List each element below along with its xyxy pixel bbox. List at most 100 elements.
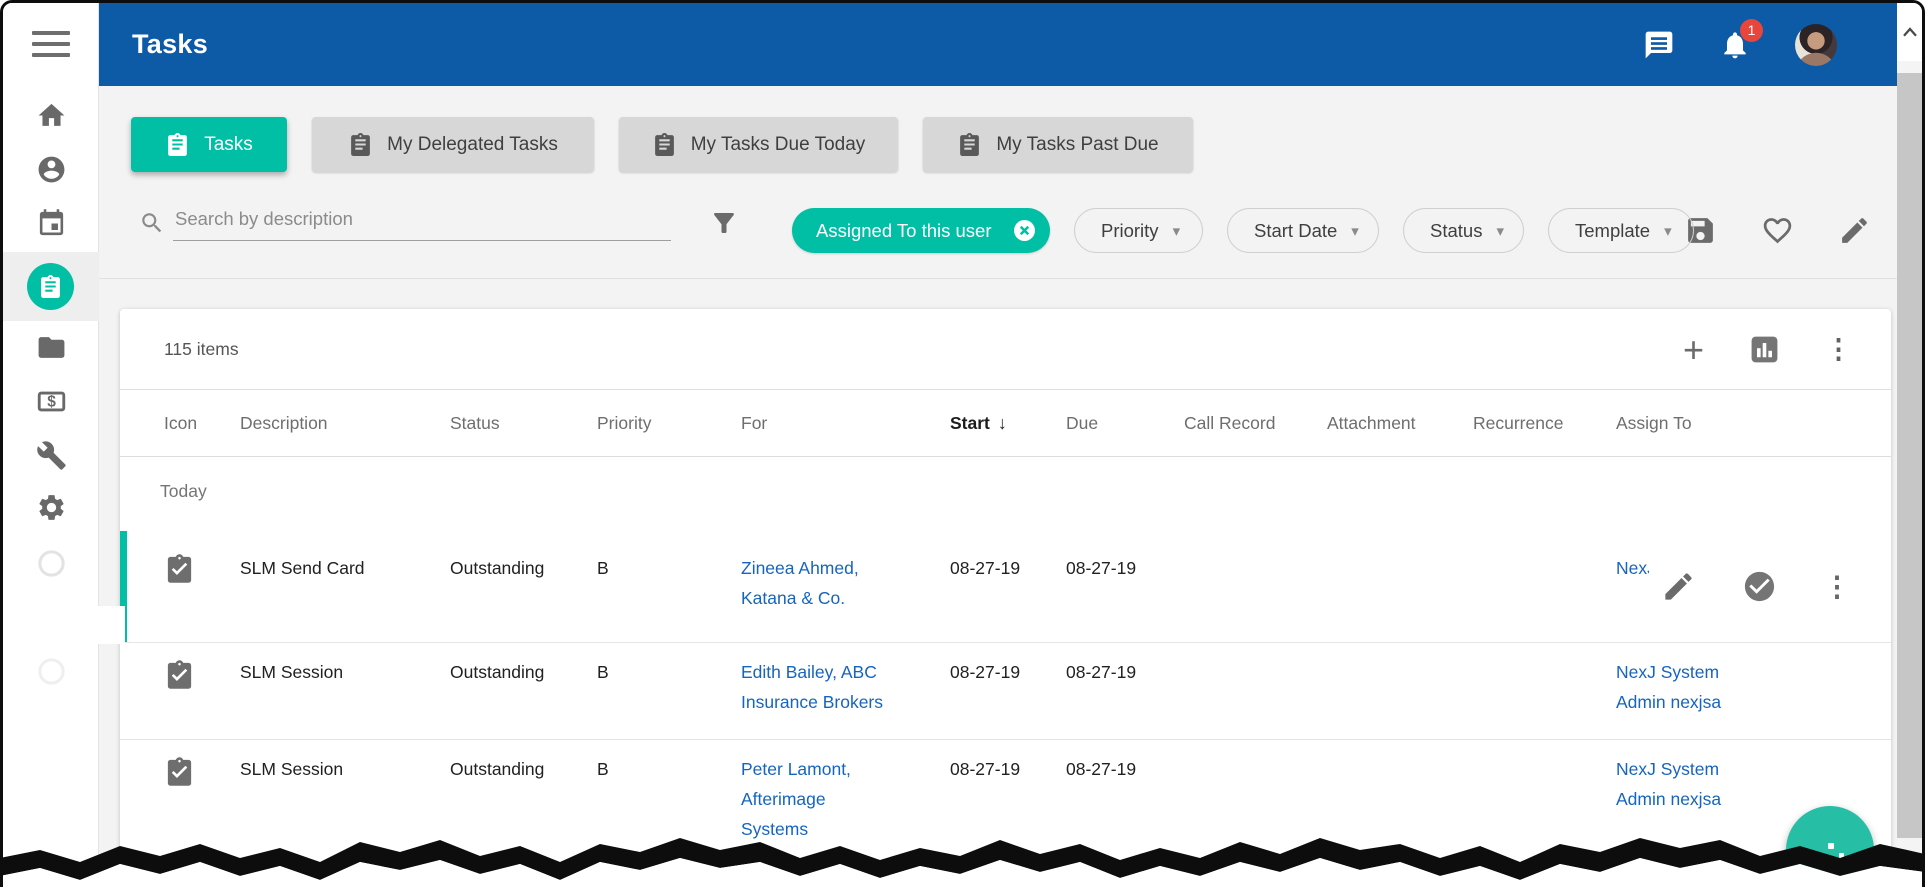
edit-button[interactable]: [1838, 214, 1871, 247]
chat-button[interactable]: [1643, 29, 1675, 61]
contacts-icon: [36, 154, 67, 185]
chevron-down-icon: ▾: [1496, 222, 1504, 240]
cell-recurrence: [1473, 643, 1616, 739]
filter-dropdown-start-date[interactable]: Start Date ▾: [1227, 208, 1379, 253]
chip-label: Status: [1430, 220, 1482, 242]
add-task-button[interactable]: +: [1683, 332, 1704, 368]
table-row[interactable]: SLM Session Outstanding B Edith Bailey, …: [120, 643, 1891, 740]
table-row[interactable]: SLM Send Card Outstanding B Zineea Ahmed…: [120, 525, 1891, 643]
filter-chips: Assigned To this user Priority ▾ Start D…: [792, 208, 1694, 253]
notification-badge: 1: [1740, 19, 1763, 42]
tab-tasks[interactable]: Tasks: [131, 117, 287, 172]
tab-my-tasks-due-today[interactable]: My Tasks Due Today: [619, 117, 898, 172]
chart-view-button[interactable]: [1749, 334, 1780, 365]
cell-status: Outstanding: [450, 643, 597, 739]
row-overflow-menu[interactable]: ⋮: [1823, 573, 1851, 601]
column-header-priority[interactable]: Priority: [597, 413, 741, 434]
favorite-button[interactable]: [1761, 214, 1794, 247]
group-header: Today: [120, 457, 1891, 525]
sidebar-item-settings[interactable]: [3, 479, 99, 535]
faded-icon: [3, 535, 99, 591]
filter-dropdown-status[interactable]: Status ▾: [1403, 208, 1524, 253]
user-avatar[interactable]: [1795, 24, 1837, 66]
sidebar-item-home[interactable]: [3, 87, 99, 143]
clipboard-icon: [348, 132, 373, 157]
search-input[interactable]: [173, 204, 671, 241]
filter-dropdown-template[interactable]: Template ▾: [1548, 208, 1694, 253]
column-header-start[interactable]: Start↓: [950, 413, 1066, 434]
column-header-recurrence[interactable]: Recurrence: [1473, 413, 1616, 434]
cell-attachment: [1327, 740, 1473, 887]
item-count: 115 items: [164, 339, 239, 360]
column-header-due[interactable]: Due: [1066, 413, 1184, 434]
cell-recurrence: [1473, 740, 1616, 887]
row-complete-button[interactable]: [1742, 569, 1777, 604]
cell-priority: B: [597, 643, 741, 739]
settings-icon: [36, 492, 67, 523]
contact-link[interactable]: Edith Bailey, ABC Insurance Brokers: [741, 657, 893, 717]
funnel-icon: [709, 208, 739, 238]
list-toolbar: 115 items + ⋮: [120, 309, 1891, 390]
pencil-icon: [1838, 214, 1871, 247]
column-header-for[interactable]: For: [741, 413, 950, 434]
sidebar-item-billing[interactable]: $: [3, 373, 99, 429]
column-header-status[interactable]: Status: [450, 413, 597, 434]
chat-icon: [1643, 29, 1675, 61]
sidebar-item-documents[interactable]: [3, 319, 99, 375]
clipboard-icon: [165, 132, 190, 157]
chevron-down-icon: ▾: [1664, 222, 1672, 240]
contact-link[interactable]: Zineea Ahmed, Katana & Co.: [741, 553, 893, 613]
cell-description: SLM Send Card: [240, 525, 450, 642]
cell-start: 08-27-19: [950, 525, 1066, 642]
tab-label: My Delegated Tasks: [387, 134, 558, 156]
notifications-button[interactable]: 1: [1719, 29, 1751, 61]
sidebar-item-tools[interactable]: [3, 427, 99, 483]
add-fab-button[interactable]: [1786, 806, 1874, 887]
divider: [99, 278, 1897, 279]
column-header-description[interactable]: Description: [240, 413, 450, 434]
app-window: $ Tasks 1: [0, 0, 1925, 887]
group-label: Today: [160, 481, 207, 502]
cell-priority: B: [597, 740, 741, 887]
tab-label: Tasks: [204, 134, 253, 156]
scrollbar-up-button[interactable]: [1897, 3, 1922, 61]
cell-description: SLM Session: [240, 740, 450, 887]
filter-funnel-button[interactable]: [709, 208, 739, 238]
home-icon: [36, 100, 67, 131]
sidebar-item-calendar[interactable]: [3, 195, 99, 251]
row-edit-button[interactable]: [1661, 569, 1696, 604]
cell-due: 08-27-19: [1066, 525, 1184, 642]
pencil-icon: [1661, 569, 1696, 604]
hamburger-menu-icon[interactable]: [32, 31, 70, 61]
table-row[interactable]: SLM Session Outstanding B Peter Lamont, …: [120, 740, 1891, 887]
column-header-call-record[interactable]: Call Record: [1184, 413, 1327, 434]
assignee-link[interactable]: NexJ System Admin nexjsa: [1616, 657, 1768, 717]
list-overflow-menu[interactable]: ⋮: [1825, 336, 1852, 363]
assignee-link[interactable]: NexJ System Admin nexjsa: [1616, 754, 1768, 814]
column-header-assign-to[interactable]: Assign To: [1616, 413, 1891, 434]
cell-start: 08-27-19: [950, 643, 1066, 739]
billing-icon: $: [36, 386, 67, 417]
tab-label: My Tasks Due Today: [691, 134, 866, 156]
column-header-attachment[interactable]: Attachment: [1327, 413, 1473, 434]
top-app-bar: Tasks 1: [99, 3, 1897, 86]
cell-attachment: [1327, 643, 1473, 739]
tab-label: My Tasks Past Due: [996, 134, 1158, 156]
scrollbar-thumb[interactable]: [1897, 73, 1922, 838]
table-header: Icon Description Status Priority For Sta…: [120, 390, 1891, 457]
assignee-link[interactable]: NexJ System Admin nexjsa: [1616, 553, 1649, 583]
tab-my-tasks-past-due[interactable]: My Tasks Past Due: [923, 117, 1193, 172]
task-check-icon: [164, 756, 195, 787]
cell-due: 08-27-19: [1066, 740, 1184, 887]
applied-filter-chip[interactable]: Assigned To this user: [792, 208, 1050, 253]
contact-link[interactable]: Peter Lamont, Afterimage Systems: [741, 754, 893, 844]
close-icon[interactable]: [1013, 219, 1036, 242]
calendar-icon: [36, 208, 67, 239]
cell-status: Outstanding: [450, 525, 597, 642]
sidebar-item-contacts[interactable]: [3, 141, 99, 197]
sidebar-item-tasks[interactable]: [27, 263, 74, 310]
filter-dropdown-priority[interactable]: Priority ▾: [1074, 208, 1203, 253]
column-header-icon[interactable]: Icon: [164, 413, 240, 434]
task-check-icon: [164, 659, 195, 690]
tab-my-delegated-tasks[interactable]: My Delegated Tasks: [312, 117, 594, 172]
